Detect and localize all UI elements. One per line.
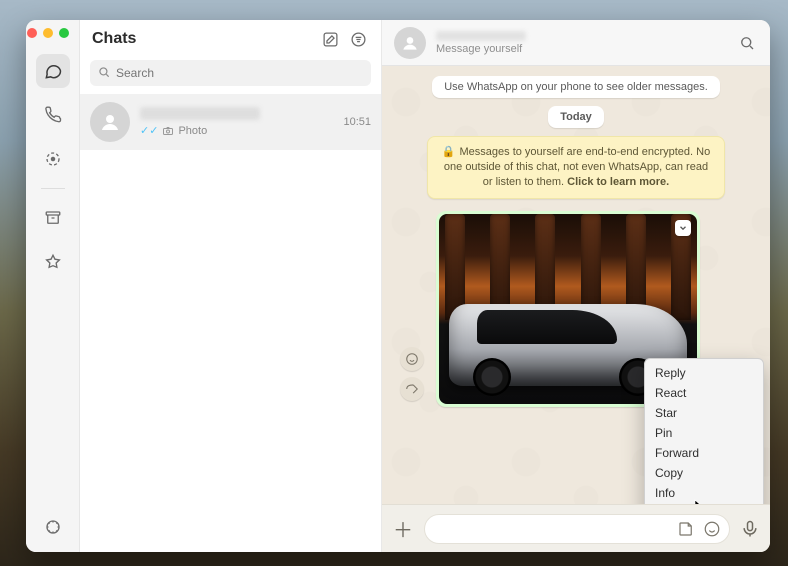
forward-arrow-icon — [405, 382, 419, 396]
sidebar-header: Chats — [80, 20, 381, 56]
nav-calls[interactable] — [36, 98, 70, 132]
context-menu-item[interactable]: Info — [645, 483, 763, 503]
star-icon — [44, 253, 62, 271]
person-icon — [400, 33, 420, 53]
app-window: Chats ✓✓ — [26, 20, 770, 552]
search-input[interactable] — [90, 60, 371, 86]
search-icon — [738, 34, 756, 52]
sidebar-title: Chats — [92, 30, 313, 48]
read-ticks-icon: ✓✓ — [140, 124, 158, 137]
context-menu: ReplyReactStarPinForwardCopyInfoViewSave… — [644, 358, 764, 504]
chat-preview: ✓✓ Photo — [140, 124, 333, 137]
context-menu-item[interactable]: Forward — [645, 443, 763, 463]
chat-bubble-icon — [43, 61, 63, 81]
header-subtitle: Message yourself — [436, 43, 526, 55]
attach-button[interactable]: ＋ — [392, 518, 414, 540]
search-in-chat-button[interactable] — [736, 32, 758, 54]
context-menu-item[interactable]: Pin — [645, 423, 763, 443]
context-menu-item[interactable]: Reply — [645, 363, 763, 383]
nav-settings[interactable] — [36, 510, 70, 544]
messages-area: Use WhatsApp on your phone to see older … — [382, 66, 770, 504]
forward-button[interactable] — [400, 377, 424, 401]
compose-icon — [322, 31, 339, 48]
message-quick-actions — [400, 347, 424, 401]
rail-separator — [41, 188, 65, 189]
maximize-window-button[interactable] — [59, 28, 69, 38]
react-button[interactable] — [400, 347, 424, 371]
chat-time: 10:51 — [343, 116, 371, 128]
lock-icon: 🔒 — [442, 146, 456, 158]
encryption-notice[interactable]: 🔒Messages to yourself are end-to-end enc… — [427, 136, 725, 199]
archive-icon — [44, 209, 62, 227]
smiley-icon — [703, 520, 721, 538]
filter-button[interactable] — [347, 28, 369, 50]
camera-icon — [162, 125, 174, 137]
window-controls — [27, 28, 69, 38]
header-name-redacted — [436, 31, 526, 41]
chat-preview-label: Photo — [178, 125, 207, 137]
older-messages-banner[interactable]: Use WhatsApp on your phone to see older … — [432, 76, 720, 98]
chats-sidebar: Chats ✓✓ — [80, 20, 382, 552]
chat-meta: ✓✓ Photo — [140, 107, 333, 137]
emoji-button[interactable] — [703, 520, 721, 538]
nav-archive[interactable] — [36, 201, 70, 235]
nav-chats[interactable] — [36, 54, 70, 88]
settings-gear-icon — [44, 518, 62, 536]
chat-list-item[interactable]: ✓✓ Photo 10:51 — [80, 94, 381, 150]
phone-icon — [44, 106, 62, 124]
chevron-down-icon — [678, 223, 688, 233]
close-window-button[interactable] — [27, 28, 37, 38]
smiley-icon — [405, 352, 419, 366]
microphone-icon — [740, 519, 760, 539]
date-pill-today: Today — [548, 106, 604, 128]
chat-name-redacted — [140, 107, 260, 120]
search-icon — [97, 65, 111, 79]
nav-status[interactable] — [36, 142, 70, 176]
sticker-icon — [677, 520, 695, 538]
header-avatar[interactable] — [394, 27, 426, 59]
nav-starred[interactable] — [36, 245, 70, 279]
context-menu-item[interactable]: Copy — [645, 463, 763, 483]
new-chat-button[interactable] — [319, 28, 341, 50]
nav-rail — [26, 20, 80, 552]
conversation-pane: Message yourself Use WhatsApp on your ph… — [382, 20, 770, 552]
context-menu-item[interactable]: Star — [645, 403, 763, 423]
message-input[interactable] — [424, 514, 730, 544]
search-container — [90, 60, 371, 86]
composer: ＋ — [382, 504, 770, 552]
minimize-window-button[interactable] — [43, 28, 53, 38]
encryption-learn-more[interactable]: Click to learn more. — [567, 176, 669, 188]
person-icon — [98, 110, 122, 134]
message-menu-button[interactable] — [675, 220, 691, 236]
status-ring-icon — [44, 150, 62, 168]
sticker-button[interactable] — [677, 520, 695, 538]
conversation-header: Message yourself — [382, 20, 770, 66]
filter-icon — [350, 31, 367, 48]
context-menu-item[interactable]: React — [645, 383, 763, 403]
voice-record-button[interactable] — [740, 519, 760, 539]
avatar — [90, 102, 130, 142]
